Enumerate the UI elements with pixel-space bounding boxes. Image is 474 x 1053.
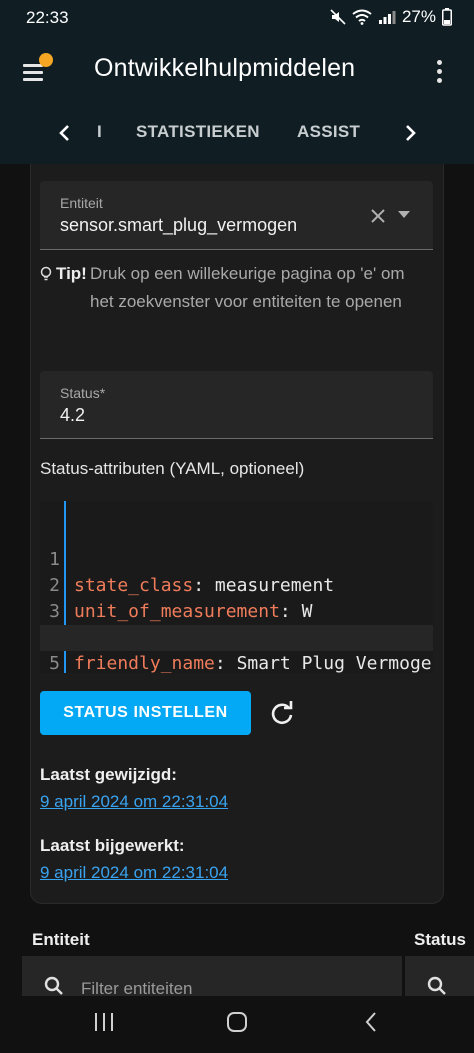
tab-bar: I STATISTIEKEN ASSIST — [0, 114, 474, 154]
menu-line — [23, 78, 43, 81]
tip-text: Druk op een willekeurige pagina op 'e' o… — [90, 264, 405, 311]
wifi-icon — [352, 9, 372, 25]
system-navigation-bar — [0, 996, 474, 1053]
status-icons: 27% — [330, 7, 452, 27]
lightbulb-icon — [40, 266, 52, 281]
entity-field-value: sensor.smart_plug_vermogen — [60, 215, 298, 235]
yaml-editor[interactable]: 1 state_class: measurement 2 unit_of_mea… — [40, 501, 433, 673]
yaml-colon: : — [214, 653, 237, 673]
line-number: 5 — [49, 653, 60, 673]
yaml-value: Smart Plug Vermogen — [236, 653, 433, 673]
last-changed-link[interactable]: 9 april 2024 om 22:31:04 — [40, 792, 228, 812]
app-bar: Ontwikkelhulpmiddelen I STATISTIEKEN ASS… — [0, 36, 474, 164]
last-updated-label: Laatst bijgewerkt: — [40, 836, 185, 855]
kebab-dot — [437, 78, 442, 83]
last-updated-link[interactable]: 9 april 2024 om 22:31:04 — [40, 863, 228, 883]
mute-icon — [330, 9, 346, 25]
entity-filter-input[interactable]: Filter entiteiten — [22, 956, 402, 996]
column-header-entity[interactable]: Entiteit — [32, 930, 90, 950]
attributes-title: Status-attributen (YAML, optioneel) — [40, 459, 305, 478]
tip-title: Tip! — [56, 264, 87, 283]
search-icon — [44, 976, 63, 995]
code-line: 4 friendly_name: Smart Plug Vermogen — [40, 599, 433, 673]
back-icon[interactable] — [360, 1010, 384, 1034]
refresh-icon[interactable] — [267, 699, 297, 729]
status-field-label: Status* — [60, 385, 106, 401]
column-header-status[interactable]: Status — [414, 930, 474, 950]
page-title: Ontwikkelhulpmiddelen — [94, 54, 356, 82]
menu-button[interactable] — [20, 53, 56, 86]
kebab-dot — [437, 69, 442, 74]
main-content: Entiteit sensor.smart_plug_vermogen Tip!… — [0, 164, 474, 996]
status-time: 22:33 — [26, 8, 69, 27]
clear-icon[interactable] — [370, 208, 386, 224]
entity-field-label: Entiteit — [60, 195, 103, 211]
last-changed-label: Laatst gewijzigd: — [40, 765, 177, 784]
status-bar: 22:33 27% — [0, 0, 474, 36]
code-line: 1 state_class: measurement — [40, 521, 433, 596]
dropdown-arrow-icon[interactable] — [398, 211, 410, 219]
battery-icon — [442, 8, 452, 26]
filter-placeholder: Filter entiteiten — [81, 979, 193, 996]
recents-icon[interactable] — [92, 1010, 116, 1034]
chevron-right-icon[interactable] — [397, 118, 423, 148]
status-field-value: 4.2 — [60, 405, 86, 425]
code-line: 2 unit_of_measurement: W — [40, 547, 433, 622]
status-field[interactable]: Status* 4.2 — [40, 371, 433, 439]
kebab-dot — [437, 60, 442, 65]
tab-partial[interactable]: I — [97, 122, 102, 142]
code-content: friendly_name: Smart Plug Vermogen — [74, 651, 433, 673]
chevron-left-icon[interactable] — [52, 118, 78, 148]
menu-line — [23, 71, 43, 74]
entity-field[interactable]: Entiteit sensor.smart_plug_vermogen — [40, 181, 433, 250]
code-line: 3 device_class: power — [40, 573, 433, 648]
code-line-active: 5 — [40, 625, 433, 673]
set-status-button[interactable]: STATUS INSTELLEN — [40, 691, 251, 735]
signal-icon — [378, 11, 396, 24]
home-icon[interactable] — [225, 1010, 249, 1034]
status-filter-input[interactable] — [405, 956, 474, 996]
search-icon — [427, 976, 446, 995]
battery-percentage: 27% — [401, 7, 436, 26]
overflow-menu-icon[interactable] — [431, 58, 449, 84]
tab-statistieken[interactable]: STATISTIEKEN — [136, 122, 260, 142]
notification-badge — [39, 53, 53, 67]
tab-assist[interactable]: ASSIST — [297, 122, 360, 142]
